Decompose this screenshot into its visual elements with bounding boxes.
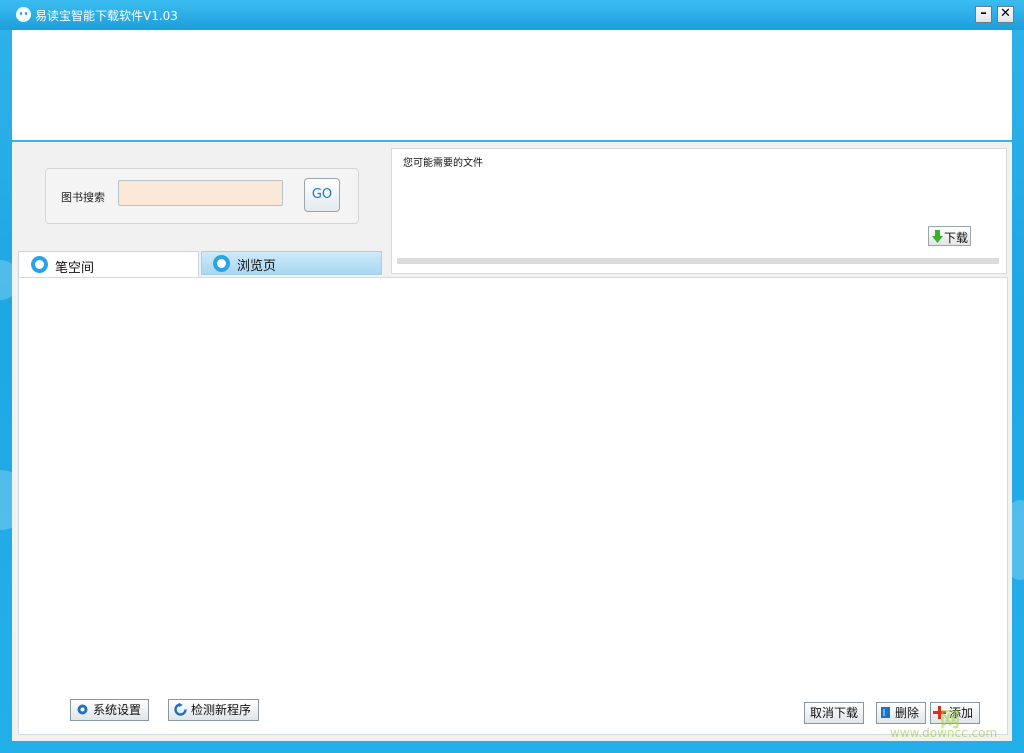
tab-label: 浏览页 xyxy=(237,259,277,274)
refresh-icon xyxy=(174,703,187,716)
main-content: 图书搜索 GO 笔空间 浏览页 您可能需要的文件 下载 系统设置 检测新程序 取… xyxy=(12,142,1012,741)
check-update-button[interactable]: 检测新程序 xyxy=(168,699,259,721)
content-list-area[interactable] xyxy=(18,277,1008,735)
tab-circle-icon xyxy=(31,256,48,273)
download-arrow-icon xyxy=(932,230,943,243)
minimize-button[interactable]: – xyxy=(975,6,992,23)
search-input[interactable] xyxy=(118,180,283,206)
watermark: 网 www.downcc.com xyxy=(887,703,1007,743)
system-settings-button[interactable]: 系统设置 xyxy=(70,699,149,721)
search-label: 图书搜索 xyxy=(61,191,105,204)
cancel-label: 取消下载 xyxy=(810,706,859,720)
suggested-files-title: 您可能需要的文件 xyxy=(403,158,483,169)
tab-browse-page[interactable]: 浏览页 xyxy=(201,251,382,275)
banner-area xyxy=(12,30,1012,142)
app-window: 易读宝智能下载软件V1.03 – ✕ 图书搜索 GO 笔空间 浏览页 您可能需要… xyxy=(0,0,1024,753)
tab-label: 笔空间 xyxy=(55,261,95,276)
update-label: 检测新程序 xyxy=(191,703,252,717)
gear-icon xyxy=(77,704,88,715)
settings-label: 系统设置 xyxy=(93,703,142,717)
window-title: 易读宝智能下载软件V1.03 xyxy=(35,9,178,23)
download-progress-bar xyxy=(397,258,999,264)
cancel-download-button[interactable]: 取消下载 xyxy=(804,702,864,724)
book-search-box: 图书搜索 GO xyxy=(45,168,359,224)
tab-circle-icon xyxy=(213,255,230,272)
watermark-url: www.downcc.com xyxy=(890,726,998,740)
close-button[interactable]: ✕ xyxy=(997,6,1014,23)
title-bar[interactable]: 易读宝智能下载软件V1.03 – ✕ xyxy=(0,0,1024,30)
go-button[interactable]: GO xyxy=(304,178,340,212)
suggested-files-panel: 您可能需要的文件 下载 xyxy=(391,148,1007,274)
download-label: 下载 xyxy=(944,231,969,245)
app-smiley-icon xyxy=(16,7,31,22)
tab-pen-space[interactable]: 笔空间 xyxy=(18,251,199,277)
download-button[interactable]: 下载 xyxy=(928,226,971,246)
tab-bar: 笔空间 浏览页 xyxy=(18,251,382,277)
